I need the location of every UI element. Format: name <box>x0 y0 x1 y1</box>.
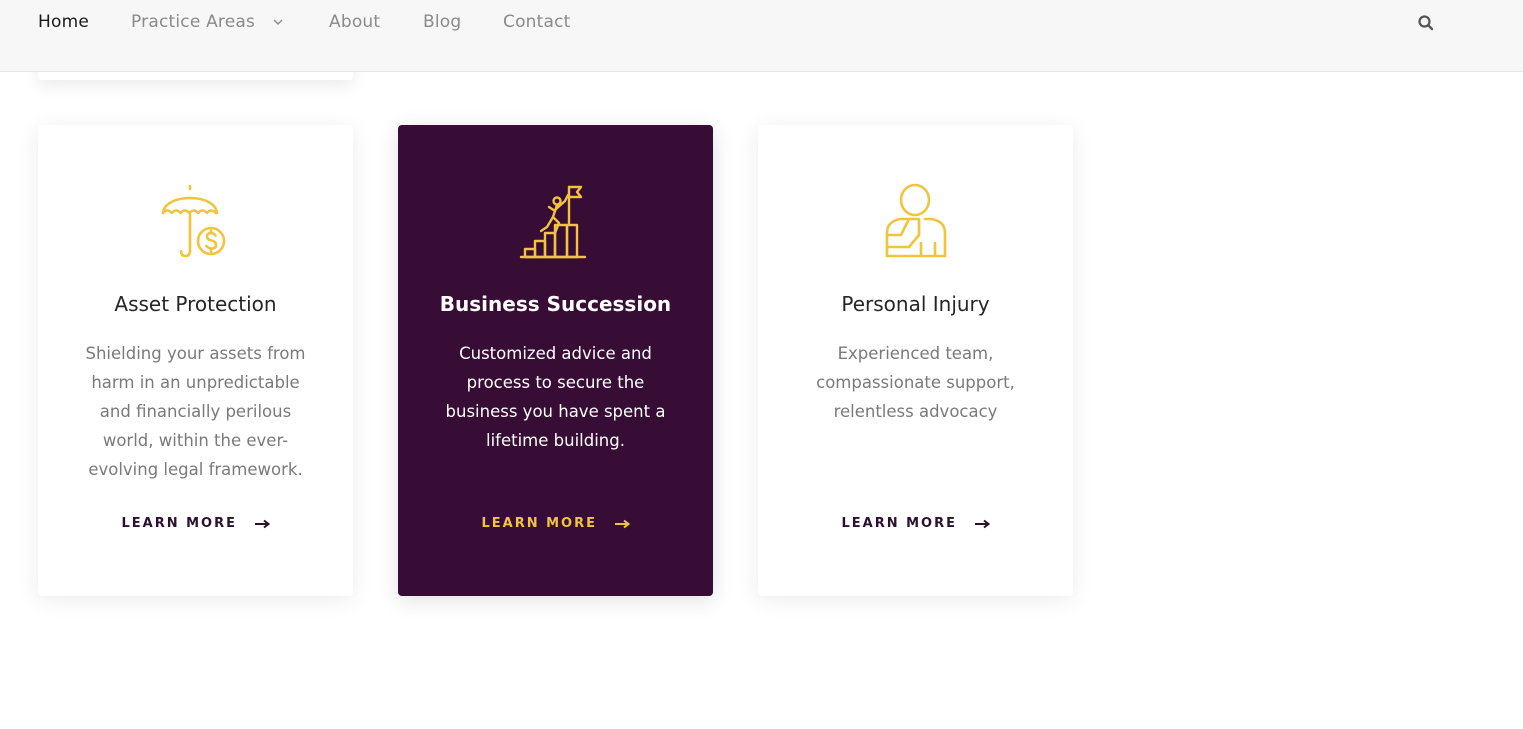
nav-about[interactable]: About <box>329 12 380 32</box>
learn-more-link[interactable]: LEARN MORE <box>758 516 1073 531</box>
learn-more-link[interactable]: LEARN MORE <box>398 516 713 531</box>
search-icon[interactable] <box>1416 13 1436 33</box>
arrow-right-icon <box>254 519 270 528</box>
nav-practice-areas[interactable]: Practice Areas <box>131 12 283 32</box>
top-navbar: Home Practice Areas About Blog Contact <box>0 0 1523 72</box>
card-description: Experienced team, compassionate support,… <box>816 344 1015 421</box>
card-personal-injury: Personal Injury Experienced team, compas… <box>758 125 1073 596</box>
card-description: Shielding your assets from harm in an un… <box>85 344 306 479</box>
climber-flag-icon <box>519 185 587 259</box>
card-title: Asset Protection <box>114 292 277 316</box>
card-title: Personal Injury <box>841 292 990 316</box>
arrow-right-icon <box>974 519 990 528</box>
card-business-succession: Business Succession Customized advice an… <box>398 125 713 596</box>
nav-contact[interactable]: Contact <box>503 12 571 32</box>
nav-blog[interactable]: Blog <box>423 12 461 32</box>
chevron-down-icon <box>273 19 283 25</box>
injured-person-icon <box>885 183 947 258</box>
card-description: Customized advice and process to secure … <box>445 344 666 450</box>
arrow-right-icon <box>614 519 630 528</box>
learn-more-link[interactable]: LEARN MORE <box>38 516 353 531</box>
nav-home[interactable]: Home <box>38 12 89 32</box>
nav-practice-areas-label: Practice Areas <box>131 12 256 32</box>
learn-more-label: LEARN MORE <box>841 516 957 531</box>
umbrella-dollar-icon <box>161 184 226 258</box>
learn-more-label: LEARN MORE <box>481 516 597 531</box>
card-asset-protection: Asset Protection Shielding your assets f… <box>38 125 353 596</box>
card-title: Business Succession <box>439 292 672 316</box>
learn-more-label: LEARN MORE <box>121 516 237 531</box>
